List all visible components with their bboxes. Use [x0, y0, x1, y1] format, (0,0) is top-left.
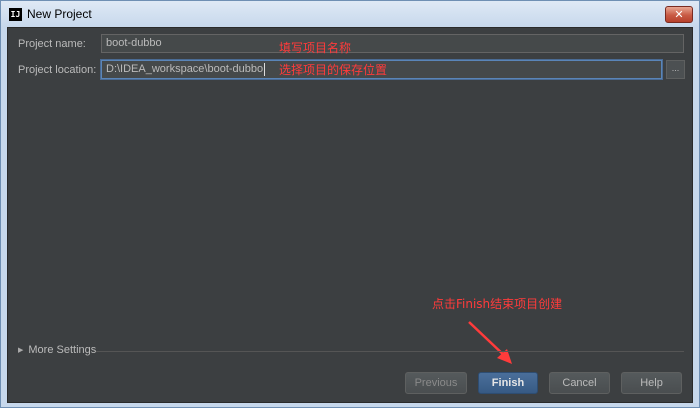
ellipsis-icon: ... — [671, 63, 680, 73]
title-bar[interactable]: IJ New Project ✕ — [1, 1, 699, 27]
dialog-content: Project name: boot-dubbo Project locatio… — [7, 27, 693, 403]
cancel-button[interactable]: Cancel — [549, 372, 610, 394]
close-icon: ✕ — [674, 8, 684, 21]
previous-button-label: Previous — [414, 377, 458, 389]
finish-button[interactable]: Finish — [478, 372, 538, 394]
annotation-arrow-icon — [468, 321, 512, 364]
project-name-input[interactable]: boot-dubbo — [101, 34, 684, 53]
expand-triangle-icon: ▶ — [18, 347, 24, 354]
new-project-dialog: IJ New Project ✕ Project name: boot-dubb… — [0, 0, 700, 408]
project-location-label: Project location: — [18, 64, 97, 76]
project-name-label: Project name: — [18, 38, 86, 50]
intellij-app-icon: IJ — [9, 8, 22, 21]
close-button[interactable]: ✕ — [665, 6, 693, 23]
annotation-finish: 点击Finish结束项目创建 — [432, 297, 563, 311]
text-caret — [264, 62, 266, 76]
project-location-value: D:\IDEA_workspace\boot-dubbo — [106, 63, 264, 75]
more-settings-label: More Settings — [28, 344, 97, 356]
dialog-title: New Project — [27, 7, 92, 21]
help-button-label: Help — [640, 377, 663, 389]
cancel-button-label: Cancel — [562, 377, 597, 389]
finish-button-label: Finish — [491, 377, 525, 389]
annotation-project-name: 填写项目名称 — [279, 41, 352, 55]
project-name-value: boot-dubbo — [106, 37, 162, 49]
annotation-project-location: 选择项目的保存位置 — [279, 63, 388, 77]
more-settings-divider — [96, 351, 684, 352]
more-settings-toggle[interactable]: ▶ More Settings — [18, 344, 96, 356]
help-button[interactable]: Help — [621, 372, 682, 394]
previous-button[interactable]: Previous — [405, 372, 467, 394]
browse-button[interactable]: ... — [666, 60, 685, 79]
